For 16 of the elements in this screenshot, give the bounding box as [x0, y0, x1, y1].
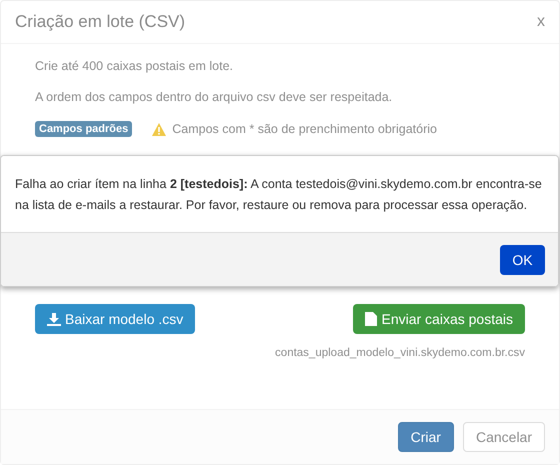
modal-title: Criação em lote (CSV) [15, 12, 186, 32]
ok-button[interactable]: OK [500, 244, 545, 274]
fields-badge[interactable]: Campos padrões [35, 121, 132, 137]
close-button[interactable]: x [537, 13, 545, 31]
file-icon [365, 312, 378, 326]
download-icon [47, 312, 61, 326]
upload-button[interactable]: Enviar caixas postais [353, 304, 525, 334]
warning-icon [152, 122, 166, 136]
warning-text: Campos com * são de prenchimento obrigatório [172, 122, 437, 136]
error-message: Falha ao criar ítem na linha 2 [testedois]: A conta testedois@vini.skydemo.com.br encontra-se na lista de e-mails a restaurar. Por favor, restaure ou remova para processar essa operação. [15, 177, 542, 212]
info-text: A ordem dos campos dentro do arquivo csv deve ser respeitada. [35, 90, 394, 105]
info-text: Crie até 400 caixas postais em lote. [35, 59, 234, 74]
footer-button[interactable]: Criar [398, 422, 454, 452]
file-name: contas_upload_modelo_vini.skydemo.com.br.csv [275, 347, 525, 359]
download-button[interactable]: Baixar modelo .csv [35, 304, 196, 334]
footer-button[interactable]: Cancelar [462, 422, 545, 452]
